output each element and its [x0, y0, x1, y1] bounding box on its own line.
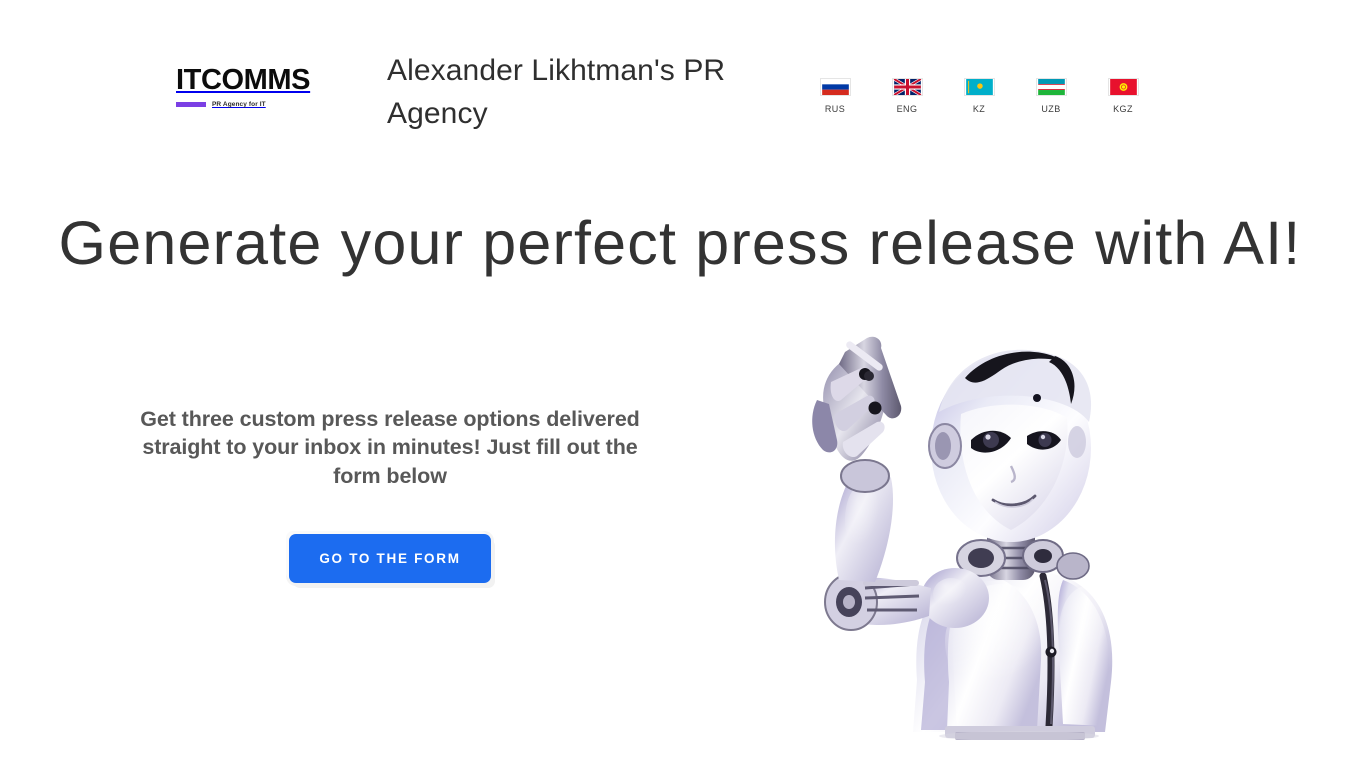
hero-subheading: Get three custom press release options d… — [140, 407, 640, 488]
robot-graphic — [812, 336, 1115, 740]
kyrgyzstan-flag-icon — [1107, 78, 1139, 96]
go-to-the-form-button[interactable]: Go to the form — [289, 534, 491, 584]
cta-wrapper: Go to the form — [120, 534, 660, 584]
site-title: Alexander Likhtman's PR Agency — [387, 54, 726, 130]
language-switcher: RUS ENG KZ UZB KGZ — [812, 78, 1146, 114]
itcomms-logo[interactable]: ITCOMMS PR Agency for IT — [176, 66, 316, 108]
logo-tagline-row: PR Agency for IT — [176, 101, 316, 108]
language-option-uzb[interactable]: UZB — [1028, 78, 1074, 114]
uzbekistan-flag-icon — [1035, 78, 1067, 96]
logo-purple-bar-icon — [176, 102, 206, 107]
robot-head — [928, 349, 1092, 542]
language-label-eng: ENG — [896, 104, 918, 114]
language-label-uzb: UZB — [1041, 104, 1061, 114]
language-label-kz: KZ — [972, 104, 986, 114]
landing-page: ITCOMMS PR Agency for IT Alexander Likht… — [0, 0, 1360, 764]
language-option-kz[interactable]: KZ — [956, 78, 1002, 114]
robot-hand — [812, 336, 902, 461]
language-option-kgz[interactable]: KGZ — [1100, 78, 1146, 114]
hero-left-column: Get three custom press release options d… — [120, 405, 660, 584]
language-label-kgz: KGZ — [1113, 104, 1133, 114]
language-option-rus[interactable]: RUS — [812, 78, 858, 114]
logo-tagline: PR Agency for IT — [212, 101, 266, 108]
ai-robot-pointing-illustration — [805, 330, 1165, 740]
page-header: ITCOMMS PR Agency for IT Alexander Likht… — [0, 0, 1360, 165]
logo-wordmark: ITCOMMS — [176, 64, 311, 96]
russia-flag-icon — [819, 78, 851, 96]
hero-heading: Generate your perfect press release with… — [58, 209, 1302, 277]
language-label-rus: RUS — [824, 104, 846, 114]
kazakhstan-flag-icon — [963, 78, 995, 96]
united-kingdom-flag-icon — [891, 78, 923, 96]
language-option-eng[interactable]: ENG — [884, 78, 930, 114]
